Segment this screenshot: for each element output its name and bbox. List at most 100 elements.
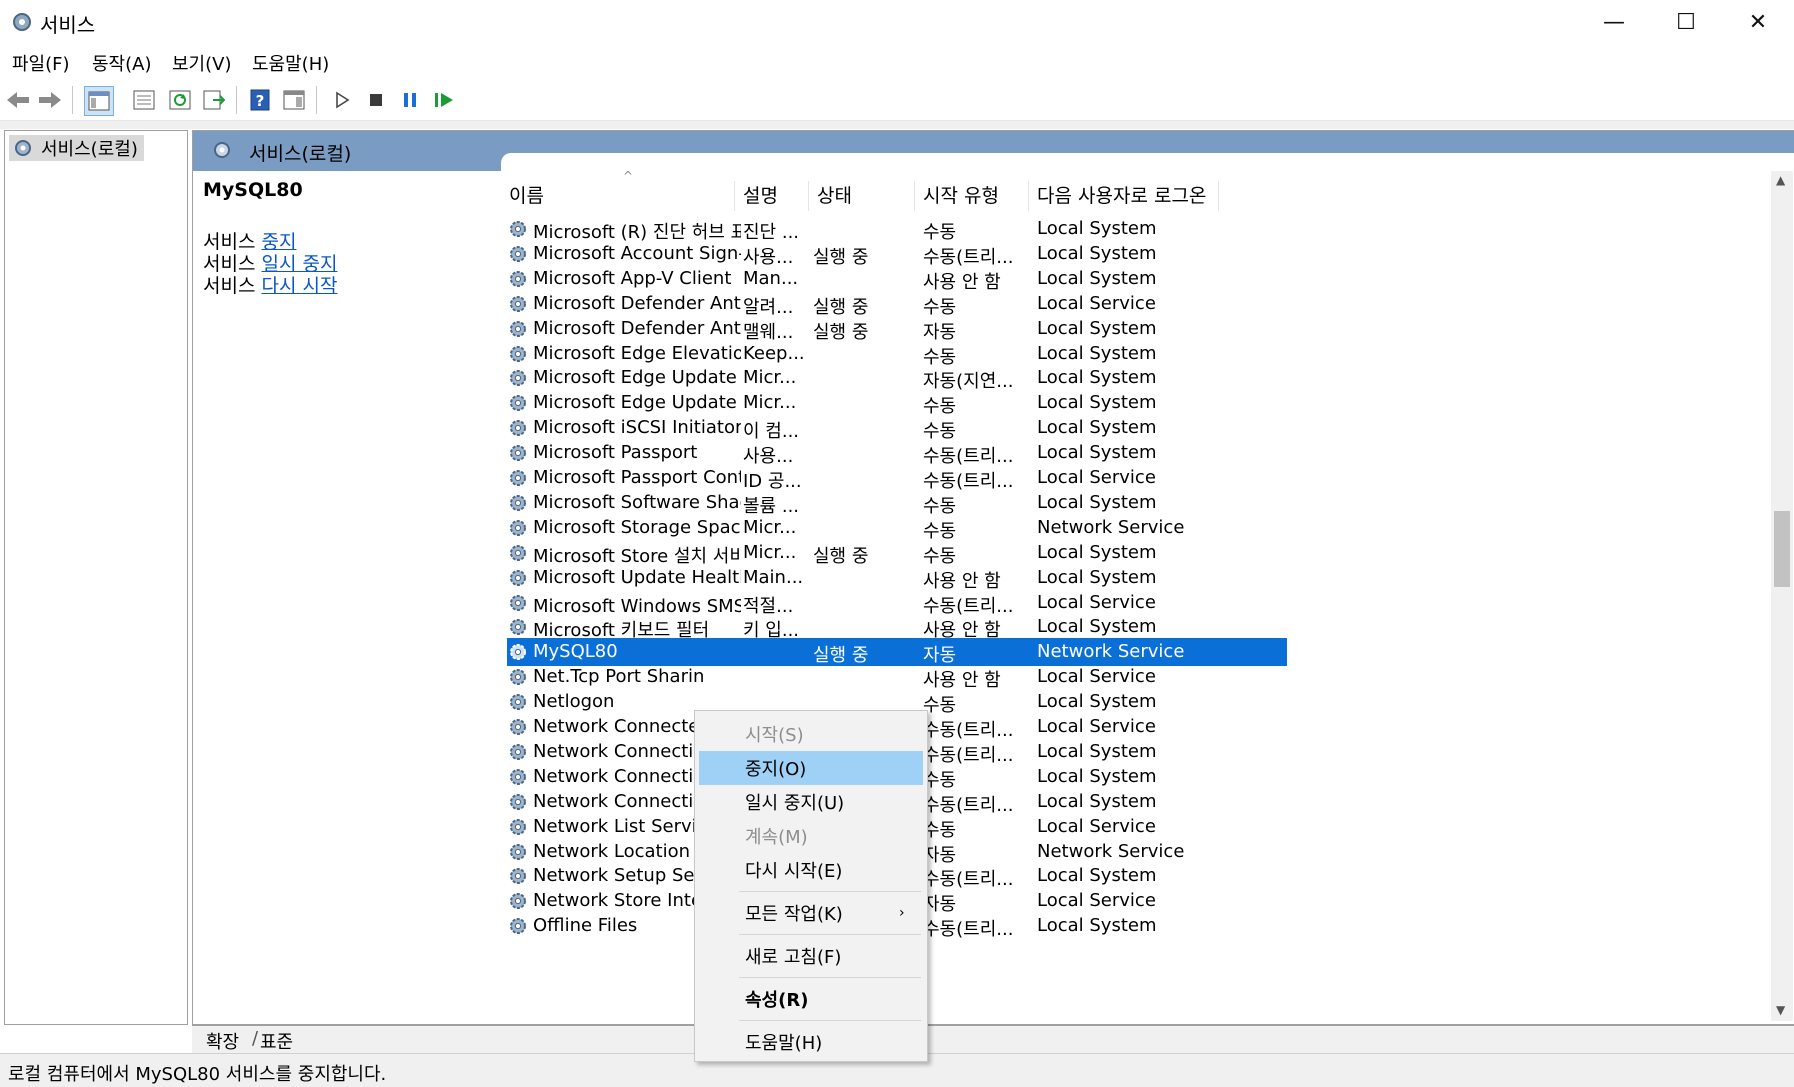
context-menu-item[interactable]: 일시 중지(U) bbox=[699, 785, 923, 819]
context-menu-item[interactable]: 모든 작업(K) › bbox=[699, 896, 923, 930]
table-row[interactable]: Microsoft Defender Antiviru...알려...실행 중수… bbox=[507, 290, 1287, 318]
table-row[interactable]: Microsoft App-V Client Man... 사용 안 함 Local … bbox=[507, 265, 1287, 293]
column-header-logon-as[interactable]: 다음 사용자로 로그온 bbox=[1029, 181, 1219, 211]
table-row[interactable]: Microsoft Store 설치 서비스 Micr... 실행 중 수동 Local… bbox=[507, 539, 1287, 567]
cell-logon-as: Local System bbox=[1037, 218, 1157, 239]
cell-logon-as: Local System bbox=[1037, 242, 1157, 264]
cell-name: Microsoft Software Shadow... bbox=[533, 491, 741, 513]
cell-logon-as: Local System bbox=[1037, 765, 1157, 787]
context-menu-item[interactable]: 속성(R) bbox=[699, 982, 923, 1016]
service-gear-icon bbox=[510, 768, 526, 785]
table-row[interactable]: Microsoft Passport ContainerID 공...수동(트리… bbox=[507, 464, 1287, 492]
forward-arrow-icon bbox=[39, 92, 61, 108]
cell-description: Micr... bbox=[743, 392, 797, 414]
column-header-name[interactable]: 이름 ^ bbox=[501, 169, 735, 211]
close-icon: ✕ bbox=[1748, 9, 1768, 35]
cell-name: MySQL80 bbox=[533, 641, 618, 663]
tree-node-services-local[interactable]: 서비스(로컬) bbox=[9, 135, 144, 161]
context-menu-item[interactable]: 중지(O) bbox=[699, 751, 923, 785]
stop-service-button[interactable] bbox=[362, 86, 390, 114]
tab-extended[interactable]: 확장 bbox=[206, 1028, 239, 1054]
service-gear-icon bbox=[510, 893, 526, 910]
menu-item-label: 다시 시작(E) bbox=[745, 861, 843, 882]
context-menu-item[interactable]: 다시 시작(E) bbox=[699, 853, 923, 887]
minimize-button[interactable]: — bbox=[1578, 0, 1650, 44]
context-menu-item[interactable]: 도움말(H) bbox=[699, 1025, 923, 1059]
refresh-button[interactable] bbox=[166, 86, 194, 114]
console-tree: 서비스(로컬) bbox=[4, 130, 188, 1025]
table-row[interactable]: Microsoft iSCSI Initiator Ser...이 컴...수동… bbox=[507, 414, 1287, 442]
service-gear-icon bbox=[510, 719, 526, 735]
table-row[interactable]: Microsoft 키보드 필터 키 입... 사용 안 함 Local System bbox=[507, 613, 1287, 641]
vertical-scrollbar[interactable]: ▲ ▼ bbox=[1771, 171, 1793, 1021]
forward-button[interactable] bbox=[36, 86, 64, 114]
services-gear-icon bbox=[13, 13, 31, 31]
table-row[interactable]: Microsoft (R) 진단 허브 표...진단 ...수동Local Sy… bbox=[507, 215, 1287, 243]
help-button[interactable]: ? bbox=[246, 86, 274, 114]
table-row[interactable]: Microsoft Defender Antiviru...맬웨...실행 중자… bbox=[507, 315, 1287, 343]
cell-logon-as: Local System bbox=[1037, 616, 1157, 638]
cell-name: Microsoft Update Health Se... bbox=[533, 566, 741, 588]
table-row[interactable]: Microsoft Account Sign-in ...사용...실행 중수동… bbox=[507, 240, 1287, 268]
properties-button[interactable] bbox=[130, 86, 158, 114]
selected-service-name: MySQL80 bbox=[203, 179, 303, 201]
column-header-label: 다음 사용자로 로그온 bbox=[1037, 185, 1207, 207]
tab-divider: / bbox=[252, 1028, 259, 1049]
service-gear-icon bbox=[510, 694, 526, 711]
table-row[interactable]: Microsoft Windows SMS 라...적절...수동(트리...L… bbox=[507, 589, 1287, 617]
table-row[interactable]: Microsoft Passport 사용... 수동(트리... Local Sys… bbox=[507, 439, 1287, 467]
cell-description: Micr... bbox=[743, 367, 797, 389]
tab-standard[interactable]: 표준 bbox=[260, 1028, 293, 1054]
column-header-label: 시작 유형 bbox=[923, 185, 999, 207]
menu-action[interactable]: 동작(A) bbox=[92, 50, 151, 76]
table-row[interactable]: Microsoft Software Shadow...볼륨 ...수동Loca… bbox=[507, 489, 1287, 517]
cell-logon-as: Local System bbox=[1037, 566, 1157, 588]
table-row[interactable]: Microsoft Update Health Se...Main...사용 안… bbox=[507, 564, 1287, 592]
view-tabs: 확장 / 표준 bbox=[192, 1025, 1794, 1053]
start-service-button[interactable] bbox=[328, 86, 356, 114]
submenu-chevron-icon: › bbox=[899, 905, 905, 921]
column-header-label: 상태 bbox=[817, 185, 852, 207]
menu-view[interactable]: 보기(V) bbox=[172, 50, 231, 76]
scroll-up-icon[interactable]: ▲ bbox=[1776, 173, 1785, 187]
cell-name: Microsoft Passport Container bbox=[533, 467, 741, 488]
cell-name: Microsoft Edge Elevation Se... bbox=[533, 342, 741, 364]
cell-logon-as: Local Service bbox=[1037, 666, 1156, 688]
table-row[interactable]: MySQL80 실행 중 자동 Network Service bbox=[507, 638, 1287, 667]
menu-file[interactable]: 파일(F) bbox=[12, 50, 70, 76]
scrollbar-thumb[interactable] bbox=[1774, 511, 1790, 587]
context-menu-item[interactable]: 새로 고침(F) bbox=[699, 939, 923, 973]
resume-service-button[interactable] bbox=[430, 86, 458, 114]
service-gear-icon bbox=[510, 544, 526, 561]
export-list-button[interactable] bbox=[200, 86, 228, 114]
show-action-pane-button[interactable] bbox=[280, 86, 308, 114]
column-header-status[interactable]: 상태 bbox=[809, 181, 915, 211]
cell-logon-as: Local Service bbox=[1037, 591, 1156, 613]
service-list: 이름 ^ 설명 상태 시작 유형 다음 사용자로 로그온 Microsoft (… bbox=[501, 169, 1761, 1021]
show-console-tree-button[interactable] bbox=[84, 86, 114, 116]
table-row[interactable]: Microsoft Storage Spaces S...Micr...수동Ne… bbox=[507, 514, 1287, 542]
table-row[interactable]: Microsoft Edge Update Serv...Micr...자동(지… bbox=[507, 364, 1287, 392]
table-row[interactable]: Microsoft Edge Elevation Se...Keep...수동L… bbox=[507, 340, 1287, 368]
menu-help[interactable]: 도움말(H) bbox=[252, 50, 329, 76]
restart-service-link[interactable]: 다시 시작 bbox=[261, 275, 337, 297]
table-row[interactable]: Net.Tcp Port Sharin 사용 안 함 Local Service bbox=[507, 663, 1287, 691]
action-prefix: 서비스 bbox=[203, 275, 262, 297]
service-gear-icon bbox=[510, 445, 526, 462]
list-tab-notch bbox=[501, 153, 1794, 171]
column-header-startup-type[interactable]: 시작 유형 bbox=[915, 181, 1029, 211]
cell-logon-as: Local System bbox=[1037, 317, 1157, 339]
scroll-down-icon[interactable]: ▼ bbox=[1776, 1003, 1785, 1017]
cell-logon-as: Local Service bbox=[1037, 467, 1156, 488]
column-header-description[interactable]: 설명 bbox=[735, 181, 809, 211]
cell-name: Net.Tcp Port Sharin bbox=[533, 666, 705, 688]
service-gear-icon bbox=[510, 345, 526, 362]
pane-header: 서비스(로컬) bbox=[193, 131, 1794, 171]
maximize-button[interactable]: ☐ bbox=[1650, 0, 1722, 44]
pane-header-title: 서비스(로컬) bbox=[249, 143, 352, 165]
table-row[interactable]: Microsoft Edge Update Serv...Micr...수동Lo… bbox=[507, 389, 1287, 417]
close-button[interactable]: ✕ bbox=[1722, 0, 1794, 44]
back-button[interactable] bbox=[4, 86, 32, 114]
menu-item-label: 속성(R) bbox=[745, 990, 809, 1011]
pause-service-button[interactable] bbox=[396, 86, 424, 114]
